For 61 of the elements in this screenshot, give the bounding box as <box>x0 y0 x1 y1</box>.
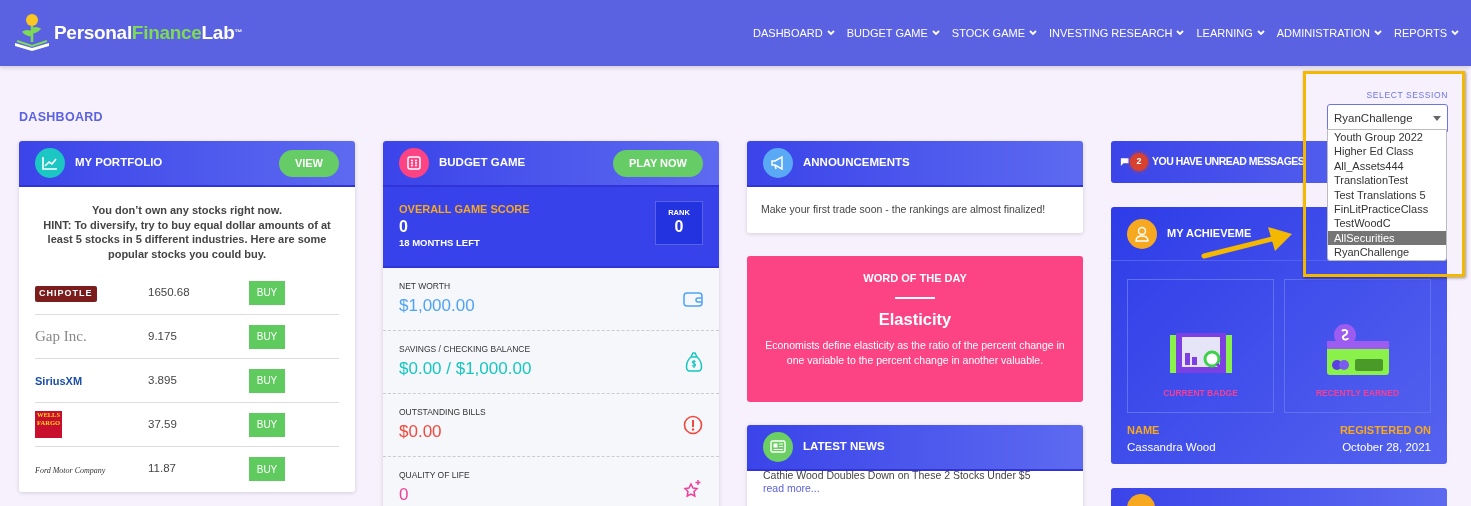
nav-menu-link[interactable]: BUDGET GAME <box>846 24 940 42</box>
metric-value: $0.00 <box>399 420 443 443</box>
metric-label: SAVINGS / CHECKING BALANCE <box>399 342 532 356</box>
tile-caption: CURRENT BADGE <box>1163 387 1238 400</box>
dropdown-option[interactable]: TestWoodC <box>1328 216 1446 231</box>
rank-value: 0 <box>673 218 685 237</box>
stock-logo: Gap Inc. <box>35 327 87 347</box>
stock-price: 9.175 <box>148 328 178 344</box>
dropdown-option[interactable]: All_Assets444 <box>1328 158 1446 174</box>
card-title: WORD OF THE DAY <box>862 270 968 286</box>
card-title: BUDGET GAME <box>439 155 526 171</box>
stock-price: 11.87 <box>148 461 177 477</box>
stock-logo: SiriusXM <box>35 373 83 389</box>
card-title: MY PORTFOLIO <box>75 155 163 171</box>
stock-logo: Ford Motor Company <box>35 465 106 477</box>
field-label: NAME <box>1127 423 1161 438</box>
tile-caption: RECENTLY EARNED <box>1315 387 1400 400</box>
score-label: OVERALL GAME SCORE <box>399 202 530 217</box>
field-label: SELECT SESSION <box>1366 88 1448 102</box>
page-title: DASHBOARD <box>19 108 103 126</box>
word-definition: Economists define elasticity as the ratio of the percent change in one variable to the percent change in another valuable. <box>764 338 1066 367</box>
news-headline: Cathie Wood Doubles Down on These 2 Stocks Under $5 read more... <box>763 468 1032 495</box>
metric-label: NET WORTH <box>399 279 452 293</box>
announcement-text: Make your first trade soon - the rankings are almost finalized! <box>760 202 1047 217</box>
card-title: LATEST NEWS <box>803 439 885 455</box>
dropdown-option[interactable]: FinLitPracticeClass <box>1328 202 1446 217</box>
session-dropdown[interactable]: RyanChallenge <box>1327 104 1448 133</box>
dropdown-option[interactable]: RyanChallenge <box>1328 245 1446 260</box>
nav-menu-link[interactable]: INVESTING RESEARCH <box>1049 24 1185 42</box>
stock-price: 37.59 <box>148 416 178 432</box>
dropdown-option[interactable]: AllSecurities <box>1328 230 1446 246</box>
nav-menu-link[interactable]: LEARNING <box>1196 24 1265 42</box>
brand-name: PersonalFinanceLab$^{™}$ <box>54 20 243 45</box>
word-title: Elasticity <box>877 309 953 331</box>
nav-menu-link[interactable]: ADMINISTRATION <box>1276 24 1382 42</box>
field-label: REGISTERED ON <box>1339 423 1431 438</box>
metric-value: 0 <box>399 483 410 506</box>
stock-price: 3.895 <box>148 372 178 388</box>
messages-title: YOU HAVE UNREAD MESSAGES <box>1152 154 1305 170</box>
read-more-link[interactable]: read more... <box>763 481 820 494</box>
metric-label: QUALITY OF LIFE <box>399 468 470 482</box>
metric-value: $0.00 / $1,000.00 <box>399 357 532 380</box>
card-title: ANNOUNCEMENTS <box>803 155 910 171</box>
dropdown-option[interactable]: Test Translations 5 <box>1328 187 1446 203</box>
count-badge: 2 <box>1130 153 1148 171</box>
score-value: 0 <box>399 217 409 236</box>
months-left: 18 MONTHS LEFT <box>399 235 481 250</box>
nav-menu-link[interactable]: REPORTS <box>1394 24 1459 42</box>
card-title: MY ACHIEVEME <box>1167 226 1252 242</box>
stock-price: 1650.68 <box>148 284 191 300</box>
nav-menu-link[interactable]: DASHBOARD <box>753 24 835 42</box>
registration-date: October 28, 2021 <box>1341 439 1431 455</box>
dropdown-option[interactable]: Higher Ed Class <box>1328 144 1446 159</box>
hint-text: You don’t own any stocks right now. HINT: To diversify, try to buy equal dollar amounts of at least 5 stocks in 5 different industries. Here are some popular stocks you could buy. <box>42 203 332 262</box>
user-name: Cassandra Wood <box>1127 439 1216 455</box>
dropdown-option[interactable]: TranslationTest <box>1328 173 1446 188</box>
stock-logo: CHIPOTLE <box>35 286 97 302</box>
nav-menu-link[interactable]: STOCK GAME <box>951 24 1037 42</box>
metric-label: OUTSTANDING BILLS <box>399 405 486 419</box>
metric-value: $1,000.00 <box>399 294 475 317</box>
dropdown-option[interactable]: Youth Group 2022 <box>1328 130 1446 145</box>
